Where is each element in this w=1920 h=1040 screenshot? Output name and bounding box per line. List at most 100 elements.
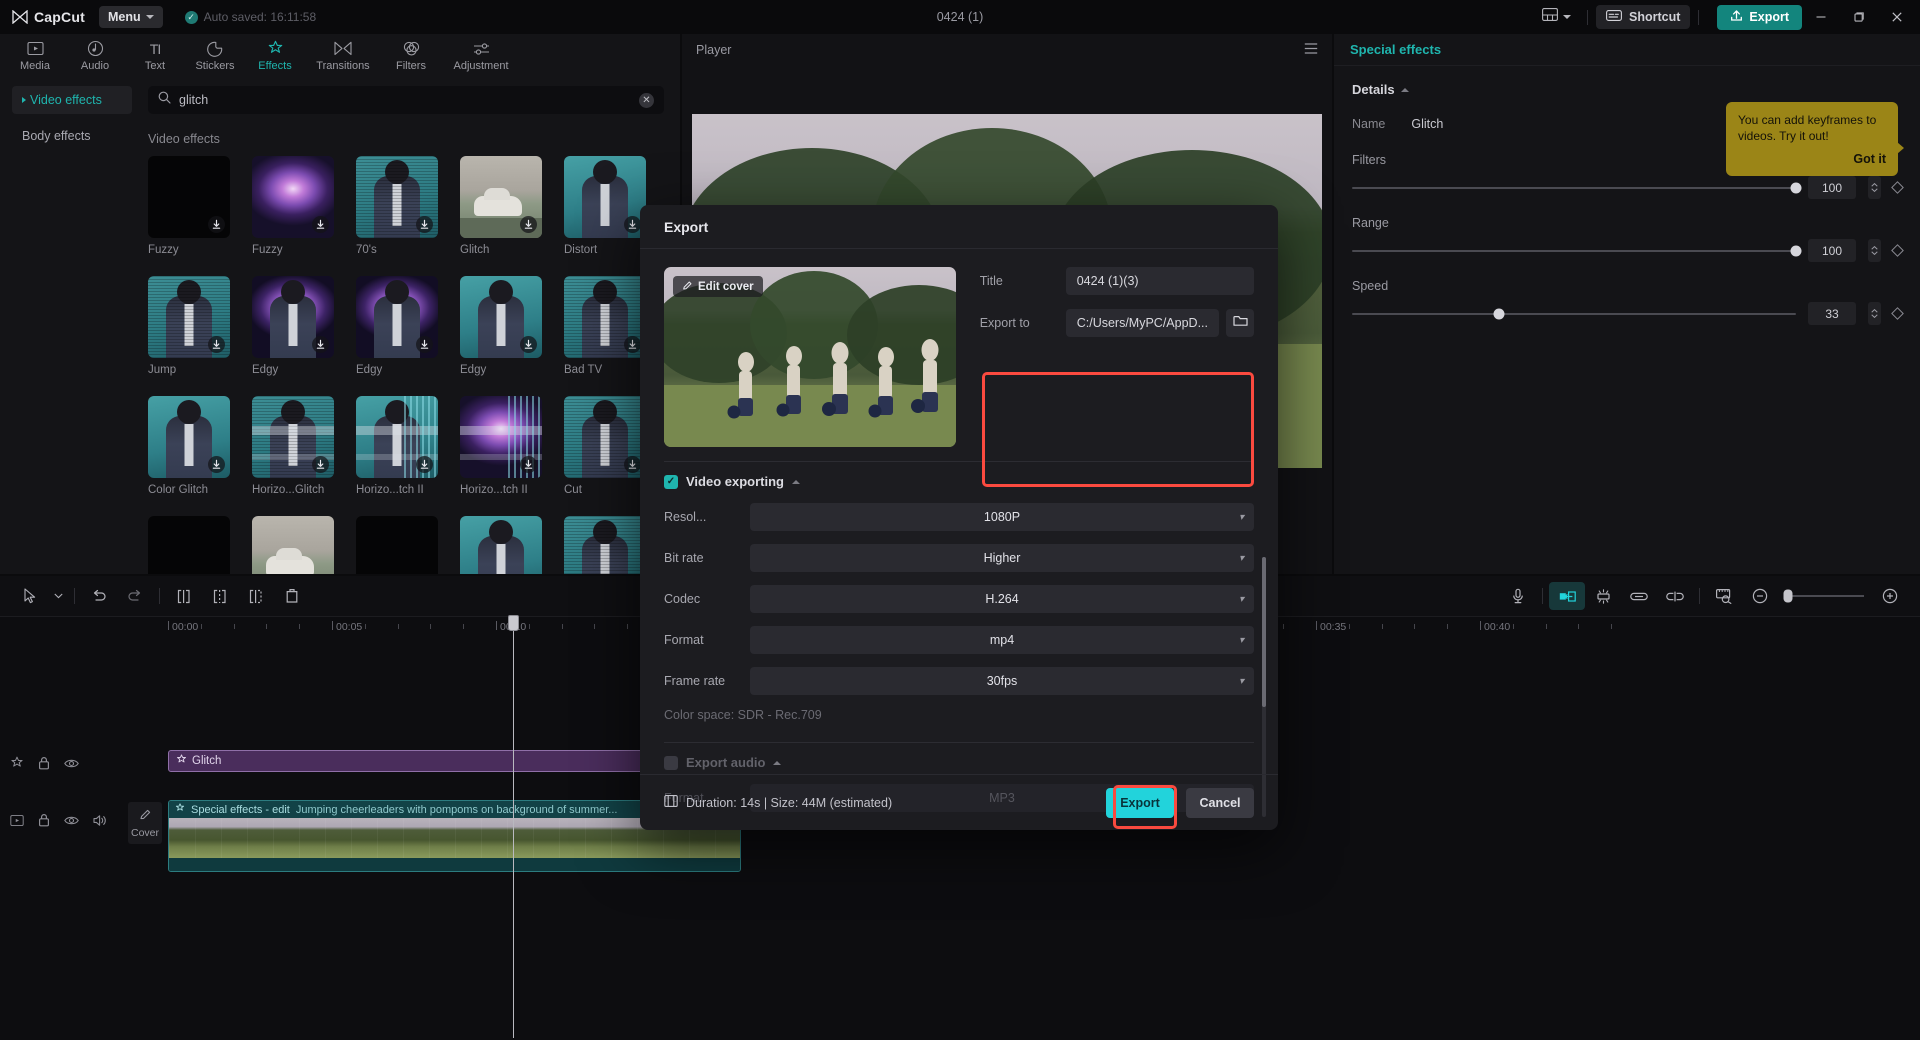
slider-handle[interactable] (1493, 308, 1504, 319)
effect-item[interactable]: Fuzzy (148, 156, 230, 256)
cover-button[interactable]: Cover (128, 802, 162, 844)
video-setting-select[interactable]: Higher▾ (750, 544, 1254, 572)
export-audio-checkbox[interactable] (664, 756, 678, 770)
tab-filters[interactable]: Filters (382, 35, 440, 77)
keyframe-icon[interactable] (1891, 244, 1904, 257)
export-audio-group-header[interactable]: Export audio (664, 755, 1254, 770)
category-body-effects[interactable]: Body effects (12, 122, 132, 150)
slider-track[interactable] (1352, 187, 1796, 189)
effect-item[interactable]: Cut (564, 396, 646, 496)
effect-item[interactable]: Jump (148, 276, 230, 376)
effect-item[interactable]: Color Glitch (148, 396, 230, 496)
category-video-effects[interactable]: Video effects (12, 86, 132, 114)
slider-value[interactable]: 33 (1808, 302, 1856, 325)
slider-stepper[interactable] (1868, 239, 1881, 262)
video-setting-select[interactable]: 1080P▾ (750, 503, 1254, 531)
search-input[interactable] (179, 93, 631, 107)
slider-stepper[interactable] (1868, 176, 1881, 199)
effect-item[interactable]: Glitch (460, 156, 542, 256)
export-button-top[interactable]: Export (1717, 5, 1802, 30)
tab-text[interactable]: TI Text (126, 35, 184, 77)
title-input[interactable]: 0424 (1)(3) (1066, 267, 1254, 295)
playhead[interactable] (513, 618, 514, 1038)
eye-icon[interactable] (64, 758, 79, 769)
download-icon[interactable] (416, 336, 433, 353)
record-voiceover-icon[interactable] (1500, 582, 1536, 610)
effect-item[interactable] (148, 516, 230, 574)
speaker-icon[interactable] (93, 814, 107, 827)
clear-icon[interactable]: ✕ (639, 93, 654, 108)
effect-item[interactable]: Horizo...tch II (460, 396, 542, 496)
download-icon[interactable] (624, 456, 641, 473)
download-icon[interactable] (208, 216, 225, 233)
layout-button[interactable] (1534, 4, 1579, 30)
keyframe-icon[interactable] (1891, 181, 1904, 194)
timeline-zoom-slider[interactable] (1786, 595, 1864, 597)
auto-adjust-icon[interactable] (1585, 582, 1621, 610)
cancel-button[interactable]: Cancel (1186, 788, 1254, 818)
video-exporting-group-header[interactable]: ✓ Video exporting (664, 474, 1254, 489)
effect-item[interactable] (356, 516, 438, 574)
edit-cover-button[interactable]: Edit cover (673, 276, 763, 297)
slider-stepper[interactable] (1868, 302, 1881, 325)
video-exporting-checkbox[interactable]: ✓ (664, 475, 678, 489)
trim-left-icon[interactable] (202, 582, 238, 610)
download-icon[interactable] (416, 456, 433, 473)
export-confirm-button[interactable]: Export (1106, 788, 1174, 818)
unlink-icon[interactable] (1657, 582, 1693, 610)
effect-item[interactable]: Edgy (252, 276, 334, 376)
slider-value[interactable]: 100 (1808, 239, 1856, 262)
search-bar[interactable]: ✕ (148, 86, 664, 114)
tab-transitions[interactable]: Transitions (306, 35, 380, 77)
redo-icon[interactable] (117, 582, 153, 610)
maximize-button[interactable] (1840, 0, 1878, 34)
effect-item[interactable]: Distort (564, 156, 646, 256)
tab-audio[interactable]: Audio (66, 35, 124, 77)
details-section-header[interactable]: Details (1352, 82, 1902, 97)
tab-stickers[interactable]: Stickers (186, 35, 244, 77)
split-icon[interactable] (166, 582, 202, 610)
effect-item[interactable]: Horizo...tch II (356, 396, 438, 496)
effect-item[interactable] (252, 516, 334, 574)
lock-icon[interactable] (38, 756, 50, 770)
download-icon[interactable] (520, 456, 537, 473)
keyframe-icon[interactable] (1891, 307, 1904, 320)
video-setting-select[interactable]: H.264▾ (750, 585, 1254, 613)
video-setting-select[interactable]: 30fps▾ (750, 667, 1254, 695)
download-icon[interactable] (520, 216, 537, 233)
browse-folder-button[interactable] (1226, 309, 1254, 337)
trim-right-icon[interactable] (238, 582, 274, 610)
video-setting-select[interactable]: mp4▾ (750, 626, 1254, 654)
zoom-slider-handle[interactable] (1784, 590, 1793, 603)
got-it-button[interactable]: Got it (1738, 151, 1886, 168)
download-icon[interactable] (208, 336, 225, 353)
download-icon[interactable] (624, 216, 641, 233)
lock-icon[interactable] (38, 813, 50, 827)
undo-icon[interactable] (81, 582, 117, 610)
tab-effects[interactable]: Effects (246, 35, 304, 77)
download-icon[interactable] (312, 216, 329, 233)
download-icon[interactable] (312, 336, 329, 353)
export-to-input[interactable]: C:/Users/MyPC/AppD... (1066, 309, 1219, 337)
measure-icon[interactable] (1706, 582, 1742, 610)
slider-handle[interactable] (1791, 245, 1802, 256)
scrollbar-thumb[interactable] (1262, 557, 1266, 707)
effect-item[interactable]: Edgy (460, 276, 542, 376)
download-icon[interactable] (624, 336, 641, 353)
zoom-in-icon[interactable] (1872, 582, 1908, 610)
eye-icon[interactable] (64, 815, 79, 826)
effect-item[interactable]: Bad TV (564, 276, 646, 376)
effect-item[interactable]: Fuzzy (252, 156, 334, 256)
effect-item[interactable] (460, 516, 542, 574)
mirror-icon[interactable] (1549, 582, 1585, 610)
download-icon[interactable] (312, 456, 329, 473)
download-icon[interactable] (520, 336, 537, 353)
download-icon[interactable] (208, 456, 225, 473)
tab-media[interactable]: Media (6, 35, 64, 77)
zoom-out-icon[interactable] (1742, 582, 1778, 610)
playhead-handle[interactable] (508, 615, 519, 631)
effect-item[interactable]: Horizo...Glitch (252, 396, 334, 496)
minimize-button[interactable] (1802, 0, 1840, 34)
download-icon[interactable] (416, 216, 433, 233)
effect-item[interactable]: 70's (356, 156, 438, 256)
